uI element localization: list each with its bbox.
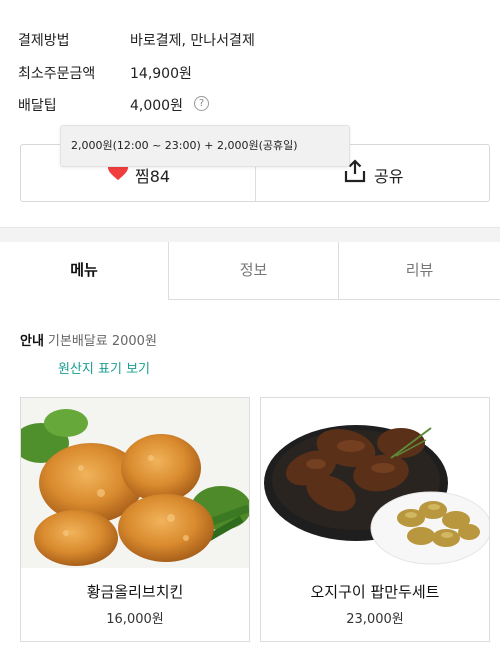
share-label: 공유 [374, 167, 404, 186]
menu-image-chicken [21, 398, 249, 568]
tab-menu[interactable]: 메뉴 [0, 242, 168, 300]
notice-text: 기본배달료 2000원 [47, 334, 157, 349]
menu-price: 23,000원 [346, 612, 404, 627]
menu-card[interactable]: 황금올리브치킨 16,000원 [20, 397, 250, 642]
menu-price: 16,000원 [106, 612, 164, 627]
tab-review[interactable]: 리뷰 [338, 242, 500, 300]
menu-name: 오지구이 팝만두세트 [310, 583, 440, 601]
payment-label: 결제방법 [18, 33, 70, 49]
menu-name: 황금올리브치킨 [86, 583, 184, 601]
question-circle-icon[interactable]: ? [194, 96, 209, 111]
delivery-tip-tooltip: 2,000원(12:00 ~ 23:00) + 2,000원(공휴일) [60, 125, 350, 167]
delivery-tip-value: 4,000원 [130, 98, 183, 114]
store-info-card: 결제방법 바로결제, 만나서결제 최소주문금액 14,900원 배달팁 4,00… [0, 0, 500, 228]
delivery-tip-label: 배달팁 [18, 98, 57, 114]
menu-image-grilled-set [261, 398, 489, 568]
min-order-value: 14,900원 [130, 66, 192, 82]
tab-info[interactable]: 정보 [168, 242, 338, 300]
min-order-label: 최소주문금액 [18, 66, 96, 82]
tab-bar: 메뉴 정보 리뷰 [0, 242, 500, 300]
payment-value: 바로결제, 만나서결제 [130, 33, 255, 49]
notice: 안내 기본배달료 2000원 [20, 330, 157, 349]
menu-card[interactable]: 오지구이 팝만두세트 23,000원 [260, 397, 490, 642]
section-divider [0, 228, 500, 242]
notice-label: 안내 [20, 334, 44, 349]
origin-info-link[interactable]: 원산지 표기 보기 [58, 358, 150, 377]
